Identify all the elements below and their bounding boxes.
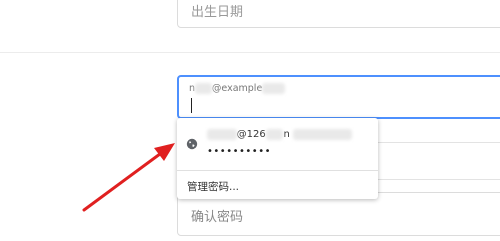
annotation-arrow: [82, 143, 175, 212]
